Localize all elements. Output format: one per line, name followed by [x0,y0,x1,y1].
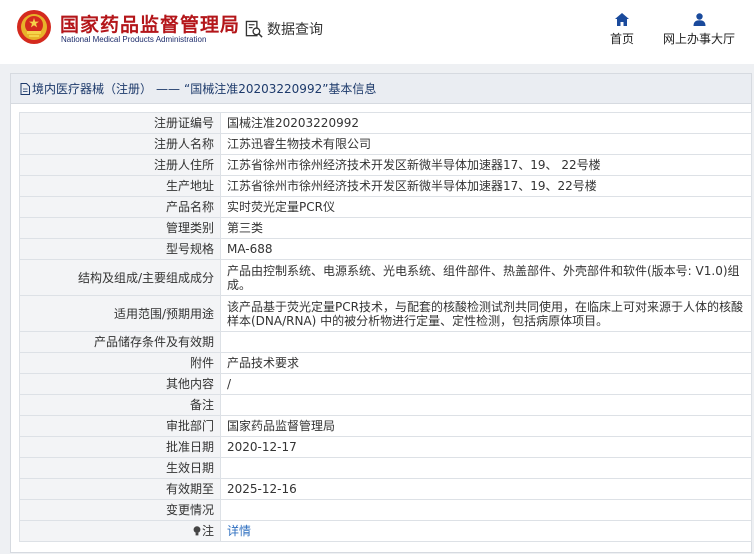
table-row: 批准日期 2020-12-17 [19,436,752,458]
row-value: 第三类 [220,217,752,239]
table-row: 适用范围/预期用途 该产品基于荧光定量PCR技术，与配套的核酸检测试剂共同使用，… [19,295,752,332]
row-value: MA-688 [220,238,752,260]
table-row: 备注 [19,394,752,416]
nav-hall-label: 网上办事大厅 [662,32,735,46]
note-row: 注 详情 [19,520,752,542]
document-icon [20,82,30,95]
note-value-cell: 详情 [220,520,752,542]
note-label-cell: 注 [19,520,221,542]
note-label: 注 [201,524,214,538]
table-row: 产品名称 实时荧光定量PCR仪 [19,196,752,218]
nav-home-label: 首页 [609,32,634,46]
row-value [220,331,752,353]
row-label: 产品名称 [19,196,221,218]
table-row: 有效期至 2025-12-16 [19,478,752,500]
brand-title: 国家药品监督管理局 [60,14,241,36]
row-label: 审批部门 [19,415,221,437]
row-value: 江苏省徐州市徐州经济技术开发区新微半导体加速器17、19、22号楼 [220,175,752,197]
row-value: 实时荧光定量PCR仪 [220,196,752,218]
detail-panel: 境内医疗器械（注册） —— “国械注准20203220992”基本信息 注册证编… [10,73,752,553]
row-value: 2025-12-16 [220,478,752,500]
row-label: 产品储存条件及有效期 [19,331,221,353]
table-row: 型号规格 MA-688 [19,238,752,260]
row-value [220,457,752,479]
table-row: 审批部门 国家药品监督管理局 [19,415,752,437]
row-value: 2020-12-17 [220,436,752,458]
row-value: 江苏迅睿生物技术有限公司 [220,133,752,155]
national-emblem-logo[interactable] [16,9,52,45]
row-label: 注册人住所 [19,154,221,176]
bulb-icon [193,526,201,536]
row-label: 附件 [19,352,221,374]
row-label: 注册证编号 [19,112,221,134]
table-row: 产品储存条件及有效期 [19,331,752,353]
row-label: 备注 [19,394,221,416]
row-value [220,394,752,416]
table-row: 注册人名称 江苏迅睿生物技术有限公司 [19,133,752,155]
table-row: 其他内容 / [19,373,752,395]
row-label: 生效日期 [19,457,221,479]
nav-online-hall[interactable]: 网上办事大厅 [660,13,738,47]
table-row: 生产地址 江苏省徐州市徐州经济技术开发区新微半导体加速器17、19、22号楼 [19,175,752,197]
table-row: 管理类别 第三类 [19,217,752,239]
table-row: 生效日期 [19,457,752,479]
site-header: 国家药品监督管理局 National Medical Products Admi… [0,0,754,64]
row-value: 产品技术要求 [220,352,752,374]
row-value [220,499,752,521]
row-label: 适用范围/预期用途 [19,295,221,332]
row-label: 注册人名称 [19,133,221,155]
table-row: 附件 产品技术要求 [19,352,752,374]
row-value: 国家药品监督管理局 [220,415,752,437]
table-row: 注册证编号 国械注准20203220992 [19,112,752,134]
row-label: 管理类别 [19,217,221,239]
nav-home[interactable]: 首页 [604,13,640,47]
user-icon [693,13,705,26]
row-label: 有效期至 [19,478,221,500]
data-query-label: 数据查询 [267,22,323,38]
row-label: 批准日期 [19,436,221,458]
data-query-link[interactable]: 数据查询 [245,19,323,39]
row-value: 该产品基于荧光定量PCR技术，与配套的核酸检测试剂共同使用，在临床上可对来源于人… [220,295,752,332]
brand-subtitle: National Medical Products Administration [61,35,207,44]
registration-info-table: 注册证编号 国械注准20203220992 注册人名称 江苏迅睿生物技术有限公司… [19,112,752,542]
home-icon [615,13,629,26]
row-value: 国械注准20203220992 [220,112,752,134]
row-value: 江苏省徐州市徐州经济技术开发区新微半导体加速器17、19、 22号楼 [220,154,752,176]
row-label: 型号规格 [19,238,221,260]
row-value: 产品由控制系统、电源系统、光电系统、组件部件、热盖部件、外壳部件和软件(版本号:… [220,259,752,296]
table-row: 结构及组成/主要组成成分 产品由控制系统、电源系统、光电系统、组件部件、热盖部件… [19,259,752,296]
breadcrumb-category[interactable]: 境内医疗器械（注册） [32,74,152,104]
breadcrumb-title: “国械注准20203220992”基本信息 [184,81,377,96]
details-link[interactable]: 详情 [227,524,251,538]
row-label: 结构及组成/主要组成成分 [19,259,221,296]
breadcrumb-separator: —— [156,81,181,96]
table-row: 注册人住所 江苏省徐州市徐州经济技术开发区新微半导体加速器17、19、 22号楼 [19,154,752,176]
row-label: 其他内容 [19,373,221,395]
row-label: 变更情况 [19,499,221,521]
row-label: 生产地址 [19,175,221,197]
row-value: / [220,373,752,395]
breadcrumb: 境内医疗器械（注册） —— “国械注准20203220992”基本信息 [11,74,751,104]
search-document-icon [245,20,263,38]
table-row: 变更情况 [19,499,752,521]
